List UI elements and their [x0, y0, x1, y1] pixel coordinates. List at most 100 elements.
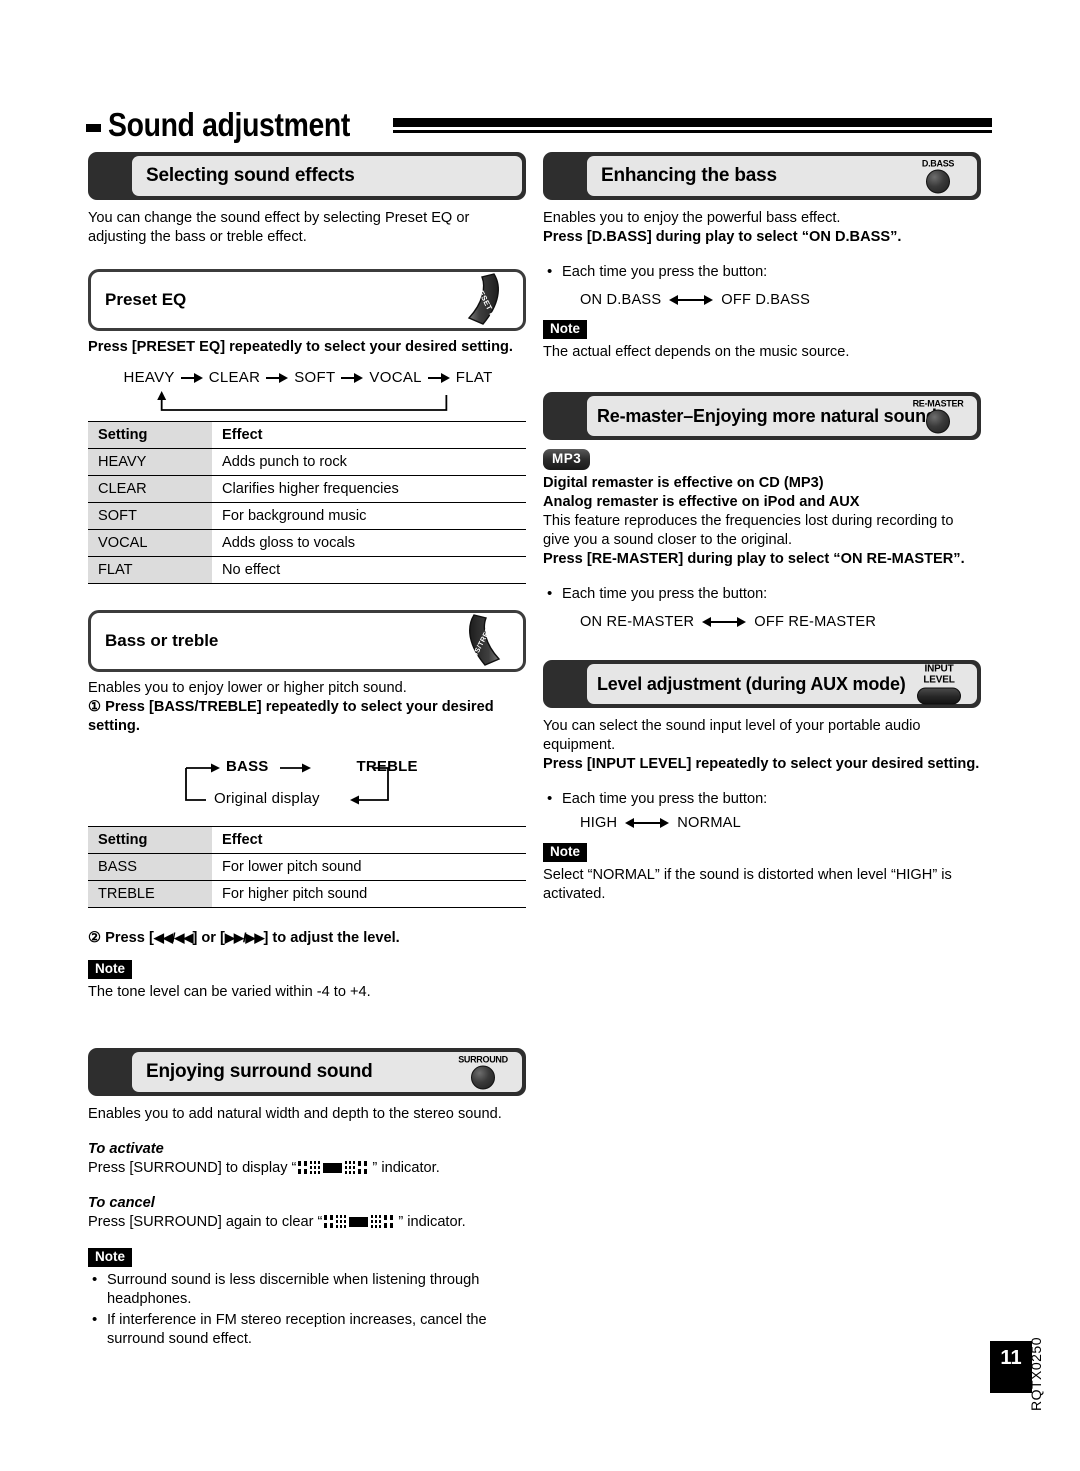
note-badge: Note: [88, 1248, 132, 1267]
input-level-button-label-line1: INPUT: [924, 663, 954, 675]
note-badge: Note: [543, 320, 587, 339]
dbass-instruction: Press [D.BASS] during play to select “ON…: [543, 229, 902, 245]
arrow-right-icon: [341, 372, 364, 383]
toggle-right: OFF RE-MASTER: [754, 614, 877, 630]
right-column: Enhancing the bass D.BASS Enables you to…: [543, 152, 981, 904]
table-row: BASS For lower pitch sound: [88, 853, 526, 881]
table-row: VOCAL Adds gloss to vocals: [88, 529, 526, 557]
section-title: Re-master–Enjoying more natural sound: [597, 405, 937, 426]
bass-treble-button-icon: BASS/TREBLE: [461, 612, 507, 670]
arrow-right-icon: [180, 372, 203, 383]
flow-item: HEAVY: [123, 369, 175, 386]
dbass-toggle-line: ON D.BASS OFF D.BASS: [580, 292, 981, 308]
step2-prefix: ② Press [: [88, 930, 154, 946]
toggle-left: ON RE-MASTER: [580, 614, 695, 630]
flow-loopback-icon: [157, 391, 448, 411]
note-badge: Note: [543, 843, 587, 862]
surround-indicator-icon: [298, 1160, 370, 1178]
dbass-note-text: The actual effect depends on the music s…: [543, 344, 850, 360]
table-cell-effect: No effect: [222, 562, 281, 578]
mp3-badge: MP3: [543, 449, 591, 470]
preset-eq-table: Setting Effect HEAVY Adds punch to rock C…: [88, 422, 526, 584]
section-title: Enhancing the bass: [601, 165, 777, 186]
page-title: Sound adjustment: [108, 106, 351, 143]
surround-intro: Enables you to add natural width and dep…: [88, 1106, 502, 1122]
surround-button-icon: SURROUND: [458, 1055, 508, 1090]
surround-button-label: SURROUND: [458, 1054, 508, 1065]
table-cell-effect: For background music: [222, 508, 367, 524]
table-cell-effect: For higher pitch sound: [222, 886, 368, 902]
input-level-note-text: Select “NORMAL” if the sound is distorte…: [543, 867, 952, 902]
section-header-level-adjustment: Level adjustment (during AUX mode) INPUT…: [543, 660, 981, 708]
dbass-bullet-list: Each time you press the button:: [543, 262, 981, 282]
section-header-re-master: Re-master–Enjoying more natural sound RE…: [543, 392, 981, 440]
to-cancel-heading: To cancel: [88, 1195, 155, 1211]
bass-treble-step1: ① Press [BASS/TREBLE] repeatedly to sele…: [88, 699, 494, 734]
note-badge: Note: [88, 960, 132, 979]
table-cell-effect: For lower pitch sound: [222, 859, 362, 875]
arrow-bidirectional-icon: [702, 617, 747, 627]
table-row: SOFT For background music: [88, 502, 526, 530]
remaster-button-label: RE-MASTER: [912, 398, 964, 409]
table-cell-effect: Adds punch to rock: [222, 454, 347, 470]
intro-text: You can change the sound effect by selec…: [88, 210, 470, 245]
table-header-row: Setting Effect: [88, 422, 526, 449]
cancel-suffix: ” indicator.: [398, 1214, 466, 1230]
bass-treble-note-text: The tone level can be varied within -4 t…: [88, 984, 371, 1000]
rewind-icon: ◀◀/◀◀: [153, 930, 194, 945]
bass-treble-step2: ② Press [◀◀/◀◀] or [▶▶/▶▶] to adjust the…: [88, 928, 526, 948]
toggle-left: HIGH: [580, 815, 618, 831]
flow-item: SOFT: [294, 369, 336, 386]
table-header-effect: Effect: [222, 832, 263, 848]
input-level-button-icon: INPUT LEVEL: [911, 664, 967, 705]
title-rule-divider: [393, 118, 992, 133]
dbass-button-icon: D.BASS: [913, 159, 963, 194]
step2-suffix: ] to adjust the level.: [263, 930, 400, 946]
surround-note-list: Surround sound is less discernible when …: [88, 1270, 526, 1349]
table-header-setting: Setting: [88, 422, 212, 449]
section-title: Selecting sound effects: [146, 165, 355, 186]
subsection-title: Bass or treble: [105, 631, 219, 650]
table-header-setting: Setting: [88, 827, 212, 854]
input-level-intro: You can select the sound input level of …: [543, 718, 921, 753]
input-level-instruction: Press [INPUT LEVEL] repeatedly to select…: [543, 756, 980, 772]
input-level-bullet-list: Each time you press the button:: [543, 789, 981, 809]
cancel-prefix: Press [SURROUND] again to clear “: [88, 1214, 323, 1230]
remaster-button-icon: RE-MASTER: [907, 399, 969, 434]
table-row: HEAVY Adds punch to rock: [88, 448, 526, 476]
fast-forward-icon: ▶▶/▶▶: [224, 930, 265, 945]
dbass-intro: Enables you to enjoy the powerful bass e…: [543, 210, 841, 226]
toggle-right: NORMAL: [677, 815, 741, 831]
preset-eq-table-wrapper: Setting Effect HEAVY Adds punch to rock C…: [88, 421, 526, 584]
list-item: Each time you press the button:: [543, 789, 981, 809]
arrow-right-icon: [427, 372, 450, 383]
remaster-line1: Digital remaster is effective on CD (MP3…: [543, 475, 824, 491]
surround-activate-line: Press [SURROUND] to display “ ” indicato…: [88, 1159, 526, 1178]
arrow-right-icon: [266, 372, 289, 383]
section-header-enhancing-the-bass: Enhancing the bass D.BASS: [543, 152, 981, 200]
table-cell-setting: FLAT: [88, 556, 212, 584]
flow-item-bass: BASS: [226, 758, 269, 775]
list-item: Each time you press the button:: [543, 262, 981, 282]
bass-treble-table-wrapper: Setting Effect BASS For lower pitch sound…: [88, 826, 526, 908]
remaster-instruction: Press [RE-MASTER] during play to select …: [543, 551, 965, 567]
toggle-left: ON D.BASS: [580, 292, 662, 308]
title-bullet-icon: [86, 124, 101, 132]
arrow-bidirectional-icon: [625, 818, 670, 828]
page-title-row: Sound adjustment: [86, 96, 992, 143]
section-header-selecting-sound-effects: Selecting sound effects: [88, 152, 526, 200]
table-cell-setting: VOCAL: [88, 529, 212, 557]
section-title: Level adjustment (during AUX mode): [597, 673, 906, 694]
table-row: FLAT No effect: [88, 556, 526, 584]
preset-eq-instruction: Press [PRESET EQ] repeatedly to select y…: [88, 339, 513, 355]
activate-prefix: Press [SURROUND] to display “: [88, 1160, 297, 1176]
section-title: Enjoying surround sound: [146, 1061, 373, 1082]
table-row: TREBLE For higher pitch sound: [88, 880, 526, 908]
preset-eq-button-icon: PRESET EQ: [461, 271, 507, 329]
input-level-toggle-line: HIGH NORMAL: [580, 815, 981, 831]
list-item: If interference in FM stereo reception i…: [88, 1310, 526, 1349]
table-cell-effect: Clarifies higher frequencies: [222, 481, 399, 497]
section-header-enjoying-surround-sound: Enjoying surround sound SURROUND: [88, 1048, 526, 1096]
table-cell-effect: Adds gloss to vocals: [222, 535, 356, 551]
flow-item: VOCAL: [369, 369, 422, 386]
